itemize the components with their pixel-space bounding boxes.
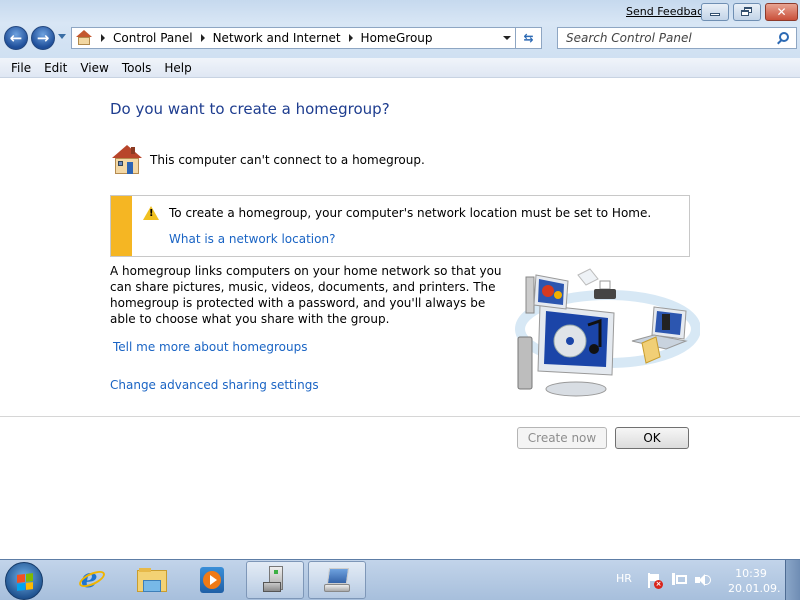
clock-time: 10:39 [735, 567, 767, 580]
house-icon [110, 145, 144, 175]
breadcrumb-network-and-internet[interactable]: Network and Internet [213, 31, 341, 45]
menu-edit[interactable]: Edit [38, 61, 73, 75]
laptop-icon [631, 306, 688, 350]
window-chrome: Send Feedback ✕ ← → Control Panel Networ… [0, 0, 800, 58]
printer-icon [594, 280, 616, 299]
action-center-icon[interactable]: × [647, 573, 663, 589]
status-message: This computer can't connect to a homegro… [150, 153, 425, 167]
internet-explorer-icon: e [76, 564, 108, 594]
warning-box: To create a homegroup, your computer's n… [110, 195, 690, 257]
menu-tools[interactable]: Tools [116, 61, 158, 75]
taskbar-windows-explorer[interactable] [136, 561, 168, 599]
language-indicator[interactable]: HR [616, 572, 632, 585]
warning-message: To create a homegroup, your computer's n… [169, 206, 652, 220]
menu-help[interactable]: Help [158, 61, 197, 75]
refresh-button[interactable]: ⇆ [516, 27, 542, 49]
start-button[interactable] [5, 562, 43, 600]
control-panel-icon [261, 566, 289, 594]
breadcrumb-separator[interactable] [348, 34, 353, 42]
taskbar: e HR × 10:39 20.01.09. [0, 559, 800, 600]
menu-file[interactable]: File [5, 61, 37, 75]
search-icon[interactable] [779, 32, 789, 42]
search-input[interactable] [566, 31, 771, 45]
taskbar-internet-explorer[interactable]: e [76, 561, 108, 599]
close-icon: ✕ [776, 5, 787, 19]
show-desktop-button[interactable] [785, 560, 800, 600]
search-box[interactable] [557, 27, 797, 49]
restore-icon [741, 7, 753, 17]
minimize-button[interactable] [701, 3, 729, 21]
taskbar-homegroup[interactable] [308, 561, 366, 599]
homegroup-location-icon [75, 30, 93, 46]
send-feedback-link[interactable]: Send Feedback [626, 5, 710, 18]
refresh-icon: ⇆ [523, 31, 534, 45]
windows-logo-icon [17, 573, 33, 591]
menu-bar: File Edit View Tools Help [0, 58, 800, 78]
homegroup-content: Do you want to create a homegroup? This … [0, 79, 800, 559]
breadcrumb-control-panel[interactable]: Control Panel [113, 31, 193, 45]
ok-button[interactable]: OK [615, 427, 689, 449]
warning-stripe [111, 196, 132, 256]
homegroup-window-icon [322, 566, 352, 594]
taskbar-media-player[interactable] [198, 561, 226, 599]
windows-explorer-icon [137, 568, 167, 592]
address-history-dropdown[interactable] [503, 36, 511, 40]
menu-view[interactable]: View [74, 61, 114, 75]
memory-card-icon [577, 268, 599, 286]
clock[interactable]: 10:39 20.01.09. [728, 566, 781, 596]
restore-button[interactable] [733, 3, 761, 21]
clock-date: 20.01.09. [728, 582, 781, 595]
forward-arrow-icon: → [36, 29, 50, 47]
minimize-icon [710, 12, 720, 16]
advanced-sharing-link[interactable]: Change advanced sharing settings [110, 378, 319, 392]
network-icon[interactable] [672, 573, 688, 587]
warning-icon [143, 206, 159, 220]
back-arrow-icon: ← [9, 29, 23, 47]
page-title: Do you want to create a homegroup? [110, 100, 390, 118]
breadcrumb-separator[interactable] [101, 34, 105, 42]
homegroup-illustration [515, 268, 700, 397]
taskbar-control-panel[interactable] [246, 561, 304, 599]
tell-me-more-link[interactable]: Tell me more about homegroups [113, 340, 308, 354]
network-location-link[interactable]: What is a network location? [169, 232, 335, 246]
forward-button[interactable]: → [31, 26, 55, 50]
breadcrumb-homegroup[interactable]: HomeGroup [361, 31, 433, 45]
create-now-button[interactable]: Create now [517, 427, 607, 449]
desktop-pc-icon [517, 304, 615, 397]
recent-pages-dropdown[interactable] [58, 34, 66, 39]
address-bar[interactable]: Control Panel Network and Internet HomeG… [71, 27, 516, 49]
footer-divider [0, 416, 800, 417]
breadcrumb-separator[interactable] [200, 34, 205, 42]
volume-icon[interactable] [695, 573, 711, 587]
close-button[interactable]: ✕ [765, 3, 798, 21]
status-row: This computer can't connect to a homegro… [110, 145, 425, 175]
homegroup-description: A homegroup links computers on your home… [110, 264, 502, 326]
media-player-icon [200, 567, 224, 593]
back-button[interactable]: ← [4, 26, 28, 50]
